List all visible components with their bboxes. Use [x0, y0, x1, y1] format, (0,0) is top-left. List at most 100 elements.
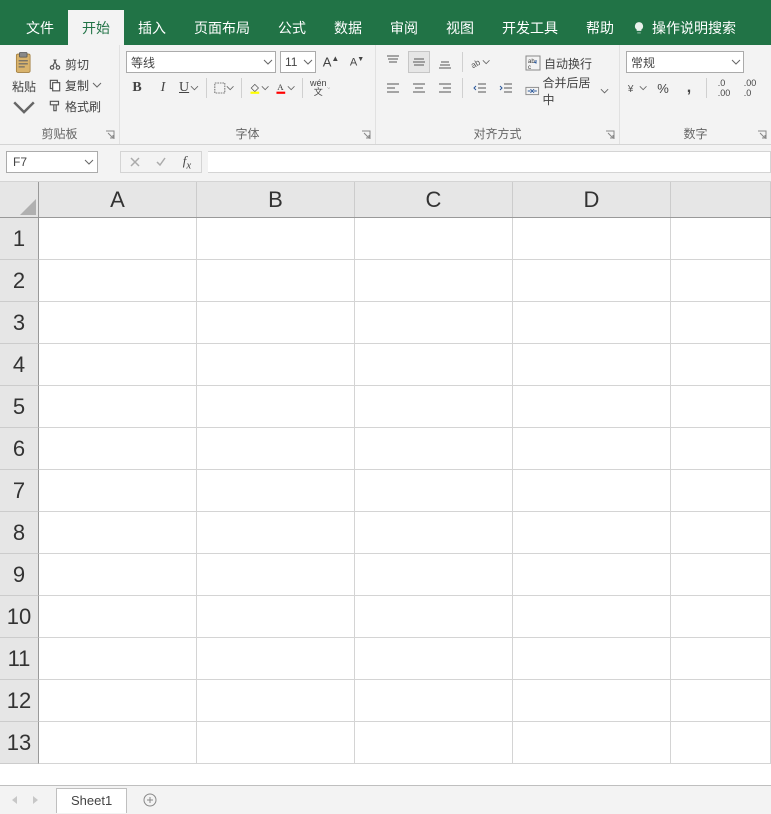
- cell[interactable]: [671, 596, 771, 638]
- column-header-c[interactable]: C: [355, 182, 513, 217]
- tab-view[interactable]: 视图: [432, 10, 488, 46]
- insert-function-button[interactable]: fx: [179, 154, 195, 170]
- dialog-launcher-icon[interactable]: [360, 129, 372, 141]
- tell-me-search[interactable]: 操作说明搜索: [632, 18, 736, 38]
- cell[interactable]: [513, 218, 671, 260]
- cell[interactable]: [513, 722, 671, 764]
- cell[interactable]: [355, 428, 513, 470]
- cell[interactable]: [39, 302, 197, 344]
- cell[interactable]: [197, 260, 355, 302]
- decrease-font-button[interactable]: A▼: [346, 51, 368, 73]
- cell[interactable]: [355, 638, 513, 680]
- cell[interactable]: [197, 512, 355, 554]
- align-center-button[interactable]: [408, 77, 430, 99]
- increase-font-button[interactable]: A▲: [320, 51, 342, 73]
- cell[interactable]: [671, 218, 771, 260]
- align-left-button[interactable]: [382, 77, 404, 99]
- align-top-button[interactable]: [382, 51, 404, 73]
- cell[interactable]: [355, 218, 513, 260]
- cell[interactable]: [39, 596, 197, 638]
- align-right-button[interactable]: [434, 77, 456, 99]
- cell[interactable]: [39, 470, 197, 512]
- row-header[interactable]: 8: [0, 512, 39, 554]
- cell[interactable]: [39, 512, 197, 554]
- cell[interactable]: [355, 722, 513, 764]
- row-header[interactable]: 1: [0, 218, 39, 260]
- row-header[interactable]: 13: [0, 722, 39, 764]
- cell[interactable]: [513, 512, 671, 554]
- cell[interactable]: [513, 386, 671, 428]
- column-header-a[interactable]: A: [39, 182, 197, 217]
- cell[interactable]: [671, 260, 771, 302]
- number-format-select[interactable]: 常规: [626, 51, 744, 73]
- cell[interactable]: [671, 512, 771, 554]
- font-size-select[interactable]: 11: [280, 51, 316, 73]
- align-middle-button[interactable]: [408, 51, 430, 73]
- row-header[interactable]: 4: [0, 344, 39, 386]
- cell[interactable]: [39, 344, 197, 386]
- row-header[interactable]: 10: [0, 596, 39, 638]
- tab-page-layout[interactable]: 页面布局: [180, 10, 264, 46]
- cell[interactable]: [39, 638, 197, 680]
- tab-insert[interactable]: 插入: [124, 10, 180, 46]
- phonetic-button[interactable]: wén文: [309, 77, 331, 99]
- font-color-button[interactable]: A: [274, 77, 296, 99]
- percent-button[interactable]: %: [652, 77, 674, 99]
- sheet-nav-next[interactable]: [26, 791, 44, 809]
- cell[interactable]: [513, 428, 671, 470]
- cut-button[interactable]: 剪切: [46, 55, 104, 74]
- merge-center-button[interactable]: 合并后居中: [521, 79, 613, 103]
- select-all-corner[interactable]: [0, 182, 39, 217]
- cell[interactable]: [39, 680, 197, 722]
- row-header[interactable]: 5: [0, 386, 39, 428]
- add-sheet-button[interactable]: [139, 789, 161, 811]
- enter-formula-button[interactable]: [153, 154, 169, 170]
- tab-file[interactable]: 文件: [12, 10, 68, 46]
- borders-button[interactable]: [213, 77, 235, 99]
- sheet-nav-prev[interactable]: [6, 791, 24, 809]
- tab-home[interactable]: 开始: [68, 10, 124, 46]
- cell[interactable]: [197, 302, 355, 344]
- row-header[interactable]: 6: [0, 428, 39, 470]
- cell[interactable]: [513, 302, 671, 344]
- cell[interactable]: [197, 554, 355, 596]
- cancel-formula-button[interactable]: [127, 154, 143, 170]
- cell[interactable]: [39, 386, 197, 428]
- decrease-indent-button[interactable]: [469, 77, 491, 99]
- cell[interactable]: [39, 554, 197, 596]
- row-header[interactable]: 11: [0, 638, 39, 680]
- increase-indent-button[interactable]: [495, 77, 517, 99]
- cell[interactable]: [355, 596, 513, 638]
- cell[interactable]: [197, 722, 355, 764]
- row-header[interactable]: 3: [0, 302, 39, 344]
- cell[interactable]: [39, 260, 197, 302]
- tab-formulas[interactable]: 公式: [264, 10, 320, 46]
- align-bottom-button[interactable]: [434, 51, 456, 73]
- copy-button[interactable]: 复制: [46, 76, 104, 95]
- font-name-select[interactable]: 等线: [126, 51, 276, 73]
- name-box[interactable]: F7: [6, 151, 98, 173]
- cell[interactable]: [197, 596, 355, 638]
- underline-button[interactable]: U: [178, 77, 200, 99]
- cell[interactable]: [197, 386, 355, 428]
- tab-data[interactable]: 数据: [320, 10, 376, 46]
- row-header[interactable]: 2: [0, 260, 39, 302]
- tab-developer[interactable]: 开发工具: [488, 10, 572, 46]
- accounting-format-button[interactable]: ¥: [626, 77, 648, 99]
- cell[interactable]: [513, 554, 671, 596]
- cell[interactable]: [671, 470, 771, 512]
- decrease-decimal-button[interactable]: .00.0: [739, 77, 761, 99]
- italic-button[interactable]: I: [152, 77, 174, 99]
- dialog-launcher-icon[interactable]: [756, 129, 768, 141]
- cell[interactable]: [513, 596, 671, 638]
- cell[interactable]: [671, 428, 771, 470]
- cell[interactable]: [355, 554, 513, 596]
- column-header-b[interactable]: B: [197, 182, 355, 217]
- cell[interactable]: [513, 680, 671, 722]
- wrap-text-button[interactable]: abc 自动换行: [521, 51, 613, 75]
- cell[interactable]: [197, 344, 355, 386]
- cell[interactable]: [671, 722, 771, 764]
- cell[interactable]: [39, 218, 197, 260]
- cell[interactable]: [355, 512, 513, 554]
- fill-color-button[interactable]: [248, 77, 270, 99]
